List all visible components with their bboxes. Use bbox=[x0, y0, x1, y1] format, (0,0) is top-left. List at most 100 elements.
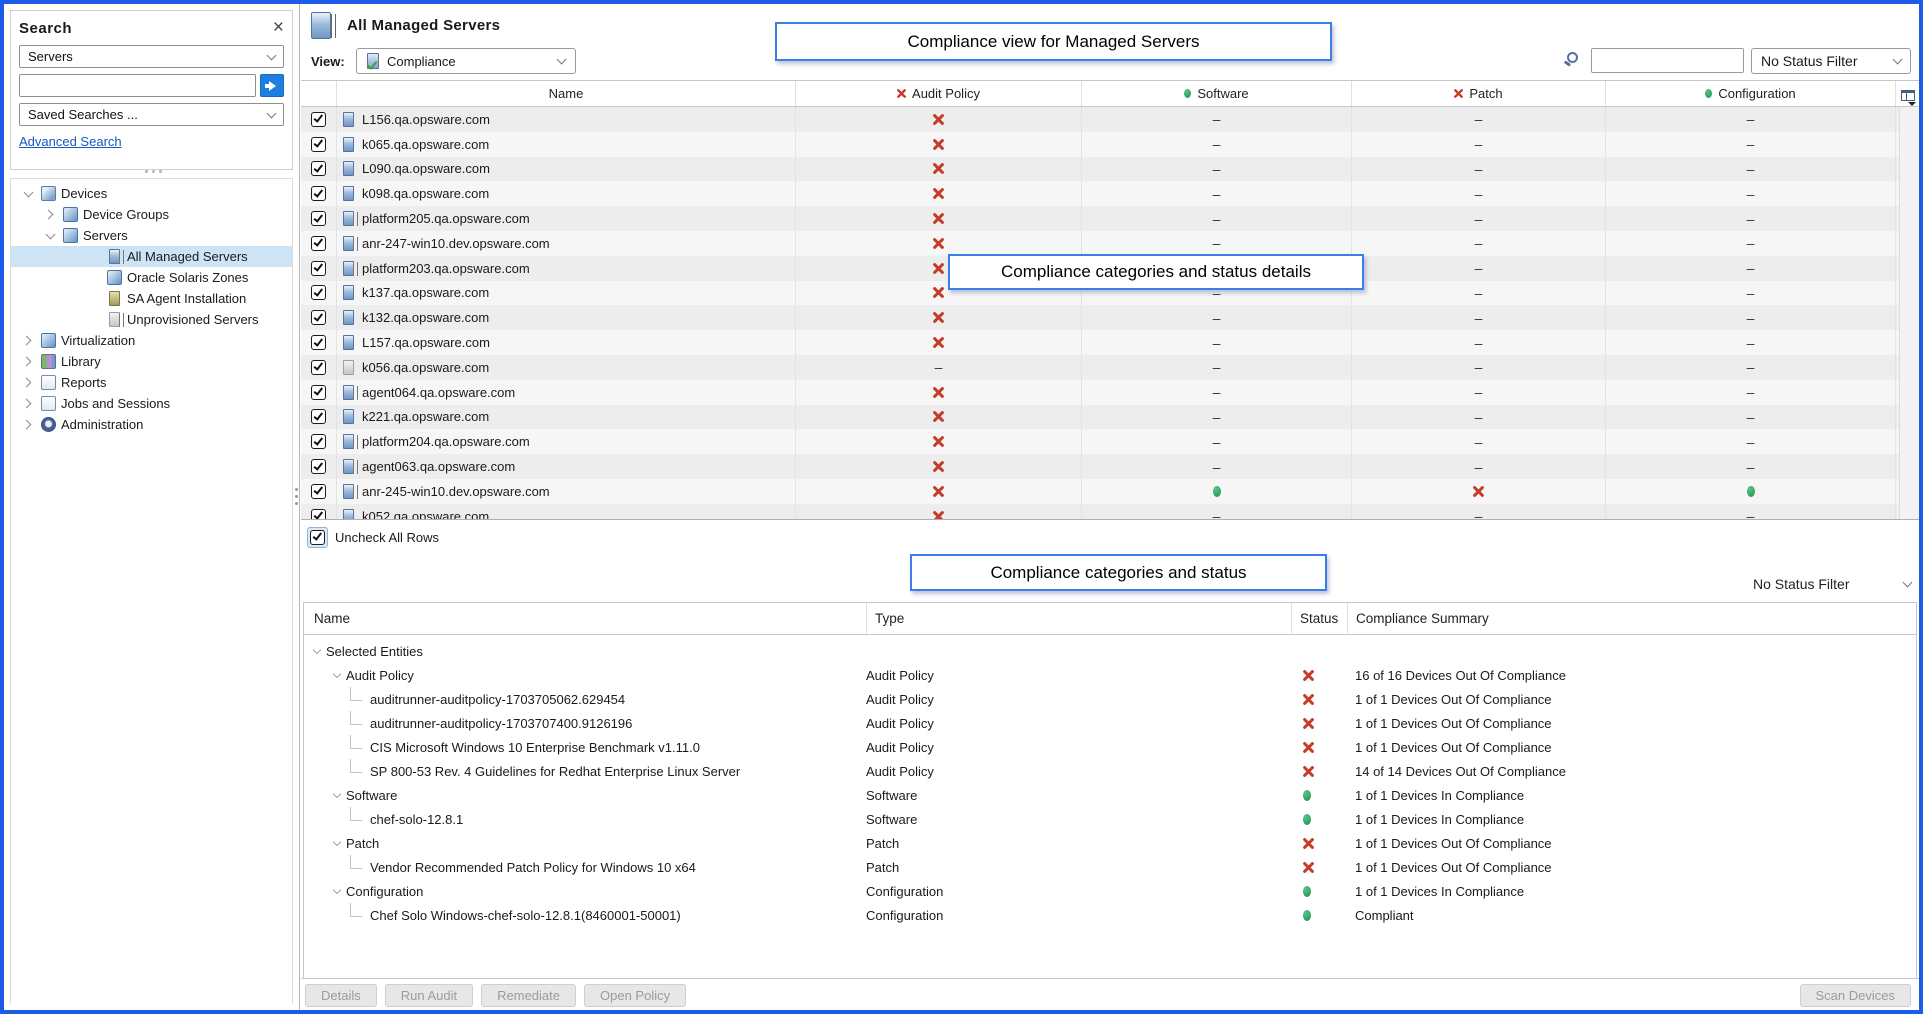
sidebar-item-virtualization[interactable]: Virtualization bbox=[11, 330, 292, 351]
chevron-down-icon[interactable] bbox=[46, 229, 56, 239]
view-select[interactable]: Compliance bbox=[356, 48, 576, 74]
details-row-chef-solo-12-8-1[interactable]: chef-solo-12.8.1Software1 of 1 Devices I… bbox=[304, 807, 1916, 831]
chevron-right-icon[interactable] bbox=[22, 399, 32, 409]
sidebar-item-library[interactable]: Library bbox=[11, 351, 292, 372]
row-checkbox[interactable] bbox=[311, 385, 326, 400]
row-checkbox[interactable] bbox=[311, 484, 326, 499]
table-row[interactable]: k056.qa.opsware.com–––– bbox=[301, 355, 1919, 380]
remediate-button[interactable]: Remediate bbox=[481, 984, 576, 1007]
uncheck-all-checkbox[interactable] bbox=[310, 530, 325, 545]
sidebar-item-oracle-solaris-zones[interactable]: Oracle Solaris Zones bbox=[11, 267, 292, 288]
table-row[interactable]: agent063.qa.opsware.com––– bbox=[301, 454, 1919, 479]
chevron-down-icon[interactable] bbox=[313, 645, 321, 653]
row-checkbox[interactable] bbox=[311, 137, 326, 152]
table-row[interactable]: k098.qa.opsware.com––– bbox=[301, 181, 1919, 206]
row-checkbox[interactable] bbox=[311, 112, 326, 127]
close-icon[interactable]: × bbox=[273, 19, 284, 37]
row-checkbox[interactable] bbox=[311, 509, 326, 520]
sidebar-item-unprovisioned-servers[interactable]: Unprovisioned Servers bbox=[11, 309, 292, 330]
sidebar-item-administration[interactable]: Administration bbox=[11, 414, 292, 435]
details-row-patch[interactable]: PatchPatch1 of 1 Devices Out Of Complian… bbox=[304, 831, 1916, 855]
details-row-auditrunner-auditpolicy-1703707400-91261[interactable]: auditrunner-auditpolicy-1703707400.91261… bbox=[304, 711, 1916, 735]
chevron-down-icon[interactable] bbox=[24, 187, 34, 197]
sidebar-item-device-groups[interactable]: Device Groups bbox=[11, 204, 292, 225]
details-row-audit-policy[interactable]: Audit PolicyAudit Policy16 of 16 Devices… bbox=[304, 663, 1916, 687]
table-row[interactable]: k221.qa.opsware.com––– bbox=[301, 405, 1919, 430]
column-header-configuration[interactable]: Configuration bbox=[1605, 81, 1895, 106]
status-filter-select[interactable]: No Status Filter bbox=[1751, 48, 1911, 74]
search-category-select[interactable]: Servers bbox=[19, 45, 284, 68]
table-row[interactable]: k065.qa.opsware.com––– bbox=[301, 132, 1919, 157]
details-button[interactable]: Details bbox=[305, 984, 377, 1007]
sidebar-item-devices[interactable]: Devices bbox=[11, 183, 292, 204]
chevron-right-icon[interactable] bbox=[22, 378, 32, 388]
row-checkbox[interactable] bbox=[311, 310, 326, 325]
row-checkbox[interactable] bbox=[311, 211, 326, 226]
table-row[interactable]: k132.qa.opsware.com––– bbox=[301, 305, 1919, 330]
chevron-right-icon[interactable] bbox=[22, 336, 32, 346]
row-checkbox[interactable] bbox=[311, 409, 326, 424]
sidebar-splitter-handle[interactable] bbox=[295, 488, 298, 491]
row-checkbox[interactable] bbox=[311, 261, 326, 276]
chevron-down-icon[interactable] bbox=[333, 669, 341, 677]
server-icon bbox=[343, 434, 354, 449]
row-checkbox[interactable] bbox=[311, 459, 326, 474]
details-type-header[interactable]: Type bbox=[866, 603, 1291, 634]
details-row-selected-entities[interactable]: Selected Entities bbox=[304, 639, 1916, 663]
details-summary-header[interactable]: Compliance Summary bbox=[1347, 603, 1916, 634]
table-row[interactable]: L090.qa.opsware.com––– bbox=[301, 157, 1919, 182]
table-row[interactable]: platform205.qa.opsware.com––– bbox=[301, 206, 1919, 231]
details-row-configuration[interactable]: ConfigurationConfiguration1 of 1 Devices… bbox=[304, 879, 1916, 903]
sidebar-item-servers[interactable]: Servers bbox=[11, 225, 292, 246]
chevron-right-icon[interactable] bbox=[44, 210, 54, 220]
row-checkbox[interactable] bbox=[311, 186, 326, 201]
row-checkbox[interactable] bbox=[311, 360, 326, 375]
details-name-header[interactable]: Name bbox=[304, 603, 866, 634]
row-checkbox[interactable] bbox=[311, 434, 326, 449]
chevron-right-icon[interactable] bbox=[22, 420, 32, 430]
scan-devices-button[interactable]: Scan Devices bbox=[1800, 984, 1911, 1007]
table-filter-input[interactable] bbox=[1591, 48, 1744, 73]
table-row[interactable]: platform204.qa.opsware.com––– bbox=[301, 429, 1919, 454]
details-row-software[interactable]: SoftwareSoftware1 of 1 Devices In Compli… bbox=[304, 783, 1916, 807]
panel-resize-handle[interactable] bbox=[152, 170, 155, 173]
run-audit-button[interactable]: Run Audit bbox=[385, 984, 473, 1007]
details-row-sp-800-53-rev-4-guidelines-for-redhat-en[interactable]: SP 800-53 Rev. 4 Guidelines for Redhat E… bbox=[304, 759, 1916, 783]
table-row[interactable]: L156.qa.opsware.com––– bbox=[301, 107, 1919, 132]
column-selector-icon[interactable] bbox=[1901, 90, 1915, 101]
details-row-cis-microsoft-windows-10-enterprise-benc[interactable]: CIS Microsoft Windows 10 Enterprise Benc… bbox=[304, 735, 1916, 759]
details-status-filter-select[interactable]: No Status Filter bbox=[1753, 576, 1911, 592]
open-policy-button[interactable]: Open Policy bbox=[584, 984, 686, 1007]
chevron-down-icon[interactable] bbox=[333, 789, 341, 797]
column-header-software[interactable]: Software bbox=[1081, 81, 1351, 106]
details-row-auditrunner-auditpolicy-1703705062-62945[interactable]: auditrunner-auditpolicy-1703705062.62945… bbox=[304, 687, 1916, 711]
details-status-header[interactable]: Status bbox=[1291, 603, 1347, 634]
sidebar-item-reports[interactable]: Reports bbox=[11, 372, 292, 393]
column-header-audit-policy[interactable]: Audit Policy bbox=[795, 81, 1081, 106]
table-row[interactable]: k052.qa.opsware.com––– bbox=[301, 504, 1919, 520]
name-column-header[interactable]: Name bbox=[336, 81, 795, 106]
chevron-down-icon[interactable] bbox=[333, 885, 341, 893]
vertical-scrollbar[interactable] bbox=[1899, 107, 1919, 519]
search-go-button[interactable] bbox=[260, 74, 284, 97]
advanced-search-link[interactable]: Advanced Search bbox=[19, 134, 122, 149]
details-row-vendor-recommended-patch-policy-for-wind[interactable]: Vendor Recommended Patch Policy for Wind… bbox=[304, 855, 1916, 879]
sidebar-item-all-managed-servers[interactable]: All Managed Servers bbox=[11, 246, 292, 267]
row-checkbox[interactable] bbox=[311, 161, 326, 176]
column-header-patch[interactable]: Patch bbox=[1351, 81, 1605, 106]
sidebar-item-sa-agent-installation[interactable]: SA Agent Installation bbox=[11, 288, 292, 309]
sidebar-item-jobs-and-sessions[interactable]: Jobs and Sessions bbox=[11, 393, 292, 414]
server-icon bbox=[343, 484, 354, 499]
details-row-chef-solo-windows-chef-solo-12-8-1-84600[interactable]: Chef Solo Windows-chef-solo-12.8.1(84600… bbox=[304, 903, 1916, 927]
row-checkbox[interactable] bbox=[311, 236, 326, 251]
search-input[interactable] bbox=[19, 74, 256, 97]
table-row[interactable]: anr-245-win10.dev.opsware.com bbox=[301, 479, 1919, 504]
table-row[interactable]: L157.qa.opsware.com––– bbox=[301, 330, 1919, 355]
table-row[interactable]: agent064.qa.opsware.com––– bbox=[301, 380, 1919, 405]
chevron-down-icon[interactable] bbox=[333, 837, 341, 845]
row-checkbox[interactable] bbox=[311, 285, 326, 300]
saved-searches-select[interactable]: Saved Searches ... bbox=[19, 103, 284, 126]
chevron-right-icon[interactable] bbox=[22, 357, 32, 367]
row-checkbox[interactable] bbox=[311, 335, 326, 350]
table-row[interactable]: anr-247-win10.dev.opsware.com––– bbox=[301, 231, 1919, 256]
